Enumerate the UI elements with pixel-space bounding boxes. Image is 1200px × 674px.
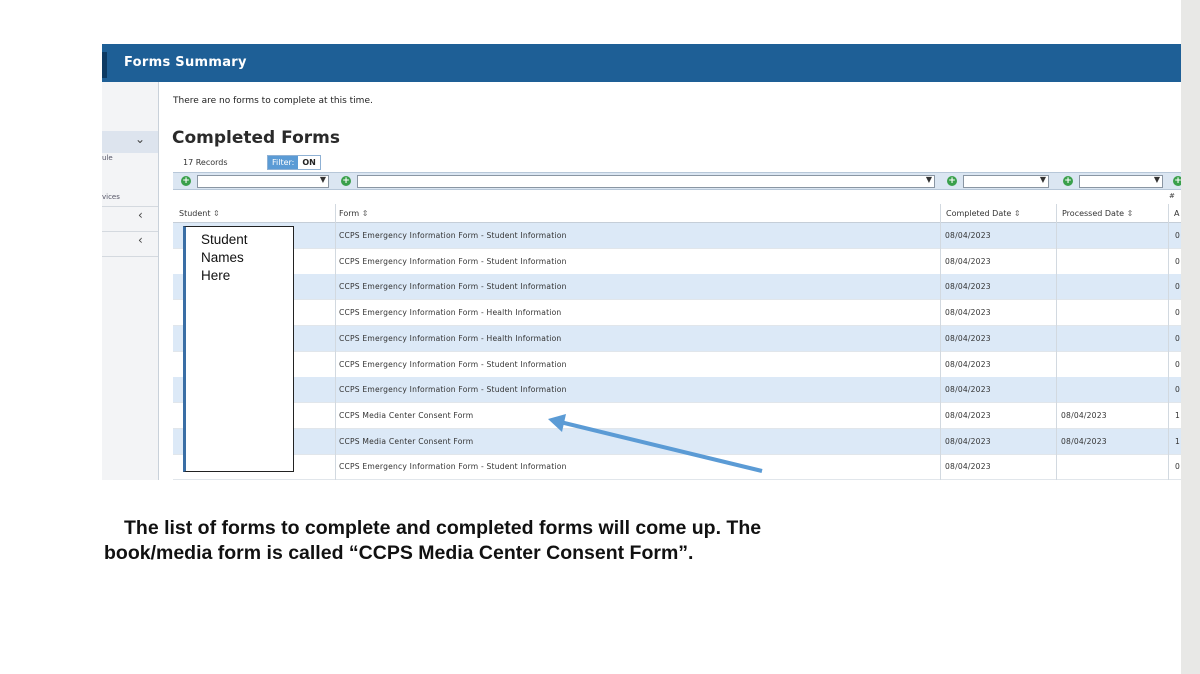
- divider: [102, 231, 158, 232]
- dropdown-arrow-icon: ▼: [319, 175, 326, 184]
- student-names-placeholder: Student Names Here: [183, 226, 294, 472]
- extra-cell: 1: [1175, 410, 1181, 420]
- extra-cell: 1: [1175, 436, 1181, 446]
- column-header-form[interactable]: Form ⇕: [339, 209, 368, 218]
- form-cell[interactable]: CCPS Emergency Information Form - Studen…: [339, 385, 567, 394]
- extra-cell: 0: [1175, 256, 1181, 266]
- table-row[interactable]: CCPS Emergency Information Form - Studen…: [173, 377, 1181, 404]
- completed-date-cell: 08/04/2023: [945, 436, 991, 446]
- column-divider: [1056, 204, 1057, 480]
- divider: [102, 206, 158, 207]
- sidebar-item-fragment[interactable]: ule: [102, 154, 113, 162]
- table-row[interactable]: CCPS Media Center Consent Form 08/04/2023…: [173, 403, 1181, 429]
- table-row[interactable]: CCPS Emergency Information Form - Studen…: [173, 223, 1181, 249]
- processed-date-cell: 08/04/2023: [1061, 410, 1107, 420]
- form-cell[interactable]: CCPS Emergency Information Form - Studen…: [339, 231, 567, 240]
- completed-date-cell: 08/04/2023: [945, 282, 991, 292]
- column-divider: [335, 204, 336, 480]
- form-cell[interactable]: CCPS Media Center Consent Form: [339, 411, 473, 420]
- extra-cell: 0: [1175, 462, 1181, 472]
- placeholder-text: Student Names Here: [201, 232, 248, 283]
- completed-forms-title: Completed Forms: [172, 128, 340, 148]
- column-header-processed-date[interactable]: Processed Date ⇕: [1062, 209, 1133, 218]
- completed-date-cell: 08/04/2023: [945, 231, 991, 240]
- form-cell[interactable]: CCPS Media Center Consent Form: [339, 437, 473, 446]
- completed-date-cell: 08/04/2023: [945, 256, 991, 266]
- table-row[interactable]: CCPS Emergency Information Form - Studen…: [173, 454, 1181, 480]
- table-row[interactable]: CCPS Media Center Consent Form 08/04/2023…: [173, 428, 1181, 455]
- extra-cell: 0: [1175, 231, 1181, 240]
- filter-toggle[interactable]: Filter: ON: [267, 155, 321, 170]
- caption-line-2: book/media form is called “CCPS Media Ce…: [104, 542, 694, 564]
- dropdown-arrow-icon: ▼: [925, 175, 932, 184]
- column-divider: [1168, 204, 1169, 480]
- completed-date-cell: 08/04/2023: [945, 410, 991, 420]
- add-filter-icon[interactable]: +: [1173, 176, 1181, 186]
- column-header-student[interactable]: Student ⇕: [179, 209, 220, 218]
- completed-date-cell: 08/04/2023: [945, 308, 991, 318]
- sidebar-active-item[interactable]: [102, 131, 158, 153]
- no-forms-notice: There are no forms to complete at this t…: [173, 96, 373, 106]
- header-accent: [102, 52, 107, 78]
- extra-cell: 0: [1175, 359, 1181, 369]
- form-cell[interactable]: CCPS Emergency Information Form - Studen…: [339, 257, 567, 266]
- processed-date-cell: 08/04/2023: [1061, 436, 1107, 446]
- table-header: Student ⇕ Form ⇕ Completed Date ⇕ Proces…: [173, 204, 1181, 223]
- table-row[interactable]: CCPS Emergency Information Form - Studen…: [173, 274, 1181, 301]
- column-header-completed-date[interactable]: Completed Date ⇕: [946, 209, 1021, 218]
- completed-date-cell: 08/04/2023: [945, 385, 991, 395]
- column-group-header: #: [1169, 192, 1175, 200]
- table-row[interactable]: CCPS Emergency Information Form - Studen…: [173, 352, 1181, 378]
- forms-summary-header: Forms Summary: [102, 44, 1181, 82]
- chevron-down-icon[interactable]: ⌄: [135, 132, 145, 146]
- extra-cell: 0: [1175, 282, 1181, 292]
- column-header-extra[interactable]: A: [1174, 209, 1179, 218]
- instruction-caption: The list of forms to complete and comple…: [104, 516, 1104, 566]
- form-cell[interactable]: CCPS Emergency Information Form - Health…: [339, 308, 561, 317]
- completed-date-cell: 08/04/2023: [945, 359, 991, 369]
- divider: [102, 256, 158, 257]
- dropdown-arrow-icon: ▼: [1039, 175, 1046, 184]
- chevron-left-icon[interactable]: ‹: [138, 208, 143, 222]
- completed-date-cell: 08/04/2023: [945, 333, 991, 343]
- record-count: 17 Records: [183, 158, 228, 167]
- extra-cell: 0: [1175, 333, 1181, 343]
- form-filter-select[interactable]: ▼: [357, 175, 935, 188]
- form-cell[interactable]: CCPS Emergency Information Form - Studen…: [339, 282, 567, 291]
- sort-icon: ⇕: [1126, 209, 1134, 218]
- sidebar-item-fragment[interactable]: vices: [102, 193, 120, 201]
- sort-icon: ⇕: [361, 209, 369, 218]
- add-filter-icon[interactable]: +: [1063, 176, 1073, 186]
- processed-date-filter-select[interactable]: ▼: [1079, 175, 1163, 188]
- form-cell[interactable]: CCPS Emergency Information Form - Studen…: [339, 360, 567, 369]
- caption-line-1: The list of forms to complete and comple…: [124, 517, 762, 539]
- page-title: Forms Summary: [124, 55, 247, 70]
- add-filter-icon[interactable]: +: [947, 176, 957, 186]
- table-row[interactable]: CCPS Emergency Information Form - Health…: [173, 325, 1181, 352]
- table-row[interactable]: CCPS Emergency Information Form - Health…: [173, 300, 1181, 327]
- extra-cell: 0: [1175, 308, 1181, 318]
- form-cell[interactable]: CCPS Emergency Information Form - Studen…: [339, 462, 567, 471]
- right-edge-strip: [1181, 0, 1200, 674]
- completed-date-cell: 08/04/2023: [945, 462, 991, 472]
- sort-icon: ⇕: [213, 209, 220, 218]
- column-filter-row: + ▼ + ▼ + ▼ + ▼ +: [173, 172, 1181, 190]
- student-filter-select[interactable]: ▼: [197, 175, 329, 188]
- add-filter-icon[interactable]: +: [181, 176, 191, 186]
- filter-value: ON: [298, 156, 320, 169]
- sort-icon: ⇕: [1013, 209, 1021, 218]
- add-filter-icon[interactable]: +: [341, 176, 351, 186]
- dropdown-arrow-icon: ▼: [1153, 175, 1160, 184]
- form-cell[interactable]: CCPS Emergency Information Form - Health…: [339, 334, 561, 343]
- main-content: There are no forms to complete at this t…: [159, 82, 1181, 480]
- completed-date-filter-select[interactable]: ▼: [963, 175, 1049, 188]
- sidebar: ⌄ ule vices ‹ ‹: [102, 82, 159, 480]
- extra-cell: 0: [1175, 385, 1181, 395]
- chevron-left-icon[interactable]: ‹: [138, 233, 143, 247]
- column-divider: [940, 204, 941, 480]
- filter-label: Filter:: [268, 156, 299, 169]
- table-row[interactable]: CCPS Emergency Information Form - Studen…: [173, 249, 1181, 275]
